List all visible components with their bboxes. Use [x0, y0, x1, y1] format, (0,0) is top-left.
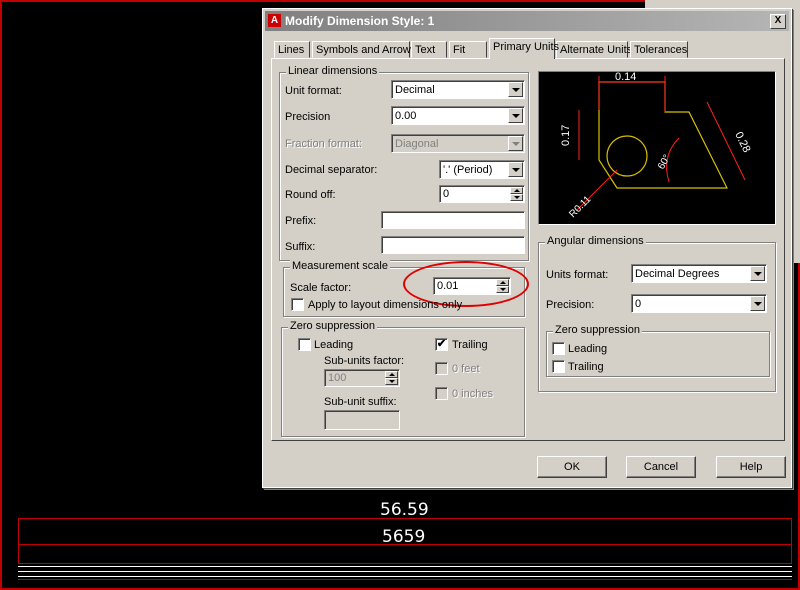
apply-layout-checkbox[interactable] — [291, 298, 304, 311]
checkmark-icon: ✔ — [436, 338, 447, 350]
suffix-label: Suffix: — [285, 241, 316, 253]
autocad-app-icon: A — [268, 14, 281, 27]
tab-lines[interactable]: Lines — [274, 41, 310, 58]
preview-label-angle: 60° — [656, 153, 673, 172]
spin-down-icon — [385, 378, 398, 385]
spin-down-icon[interactable] — [510, 194, 523, 201]
prefix-input[interactable] — [381, 211, 525, 229]
zero-feet-label: 0 feet — [452, 363, 480, 375]
angular-units-format-value: Decimal Degrees — [635, 268, 720, 280]
angular-precision-value: 0 — [635, 298, 642, 310]
tab-text[interactable]: Text — [411, 41, 447, 58]
dimension-line-3 — [18, 571, 792, 572]
preview-drawing: 0.14 0.17 0.28 R0.11 60° — [560, 71, 752, 220]
subunits-factor-label: Sub-units factor: — [324, 355, 405, 367]
angular-trailing-label: Trailing — [568, 361, 604, 373]
fraction-format-label: Fraction format: — [285, 138, 363, 150]
trailing-label: Trailing — [452, 339, 488, 351]
angular-precision-select[interactable]: 0 — [631, 294, 767, 313]
fraction-format-select: Diagonal — [391, 134, 525, 153]
angular-precision-label: Precision: — [546, 299, 595, 311]
zero-inches-checkbox — [435, 387, 448, 400]
round-off-stepper[interactable]: 0 — [439, 185, 525, 203]
leading-checkbox[interactable] — [298, 338, 311, 351]
round-off-spinner[interactable] — [510, 187, 523, 201]
decimal-separator-label: Decimal separator: — [285, 164, 378, 176]
suffix-input[interactable] — [381, 236, 525, 254]
trailing-checkbox[interactable]: ✔ — [435, 338, 448, 351]
help-button[interactable]: Help — [716, 456, 786, 478]
ok-button[interactable]: OK — [537, 456, 607, 478]
modify-dimension-style-dialog: A Modify Dimension Style: 1 X Lines Symb… — [262, 8, 792, 488]
precision-value: 0.00 — [395, 110, 417, 122]
angular-units-format-select[interactable]: Decimal Degrees — [631, 264, 767, 283]
zero-inches-label: 0 inches — [452, 388, 493, 400]
subunits-factor-stepper: 100 — [324, 369, 400, 387]
cancel-button[interactable]: Cancel — [626, 456, 696, 478]
preview-label-right: 0.28 — [732, 130, 752, 155]
zero-suppression-legend: Zero suppression — [288, 320, 377, 332]
dimension-line-1 — [18, 544, 792, 545]
angular-leading-label: Leading — [568, 343, 608, 355]
subunit-suffix-label: Sub-unit suffix: — [324, 396, 397, 408]
spin-up-icon[interactable] — [510, 187, 523, 194]
precision-label: Precision — [285, 111, 331, 123]
subunit-suffix-input — [324, 410, 400, 430]
round-off-value: 0 — [443, 188, 450, 200]
dimension-line-2 — [18, 566, 792, 567]
chevron-down-icon[interactable] — [750, 266, 765, 281]
dialog-title: Modify Dimension Style: 1 — [285, 14, 435, 28]
dimension-preview: 0.14 0.17 0.28 R0.11 60° — [538, 71, 776, 225]
round-off-label: Round off: — [285, 189, 336, 201]
dimension-line-5 — [18, 579, 792, 580]
angular-units-format-label: Units format: — [546, 269, 609, 281]
dimension-value-top: 56.59 — [380, 500, 429, 520]
preview-hole-circle — [606, 135, 648, 177]
angular-trailing-checkbox[interactable] — [552, 360, 565, 373]
tab-alternate-units[interactable]: Alternate Units — [556, 41, 632, 58]
tab-tolerances[interactable]: Tolerances — [630, 41, 688, 58]
angular-dimensions-legend: Angular dimensions — [545, 235, 646, 247]
chevron-down-icon[interactable] — [508, 162, 523, 177]
prefix-label: Prefix: — [285, 215, 317, 227]
dimension-line-4 — [18, 576, 792, 577]
scale-factor-label: Scale factor: — [290, 282, 352, 294]
unit-format-select[interactable]: Decimal — [391, 80, 525, 99]
tab-primary-units[interactable]: Primary Units — [489, 38, 559, 59]
fraction-format-value: Diagonal — [395, 138, 439, 150]
dialog-titlebar[interactable]: A Modify Dimension Style: 1 X — [265, 11, 789, 31]
unit-format-label: Unit format: — [285, 85, 342, 97]
precision-select[interactable]: 0.00 — [391, 106, 525, 125]
measurement-scale-legend: Measurement scale — [290, 260, 390, 272]
decimal-separator-value: '.' (Period) — [443, 164, 493, 176]
subunits-factor-value: 100 — [328, 372, 347, 384]
zero-feet-checkbox — [435, 362, 448, 375]
angular-zero-suppression-legend: Zero suppression — [553, 324, 642, 336]
preview-shape-outline — [598, 81, 728, 189]
angular-leading-checkbox[interactable] — [552, 342, 565, 355]
subunits-factor-spinner — [385, 371, 398, 385]
tab-symbols-and-arrows[interactable]: Symbols and Arrows — [312, 41, 416, 58]
chevron-down-icon[interactable] — [508, 82, 523, 97]
spin-up-icon — [385, 371, 398, 378]
leading-label: Leading — [314, 339, 354, 351]
preview-label-top: 0.14 — [615, 72, 636, 83]
chevron-down-icon[interactable] — [750, 296, 765, 311]
linear-dimensions-legend: Linear dimensions — [286, 65, 380, 77]
chevron-down-icon — [508, 136, 523, 151]
chevron-down-icon[interactable] — [508, 108, 523, 123]
unit-format-value: Decimal — [395, 84, 435, 96]
tab-fit[interactable]: Fit — [449, 41, 487, 58]
decimal-separator-select[interactable]: '.' (Period) — [439, 160, 525, 179]
preview-label-left: 0.17 — [560, 125, 572, 146]
close-button[interactable]: X — [770, 14, 786, 29]
apply-layout-label: Apply to layout dimensions only — [308, 299, 463, 311]
background-window-edge-right — [792, 8, 800, 263]
